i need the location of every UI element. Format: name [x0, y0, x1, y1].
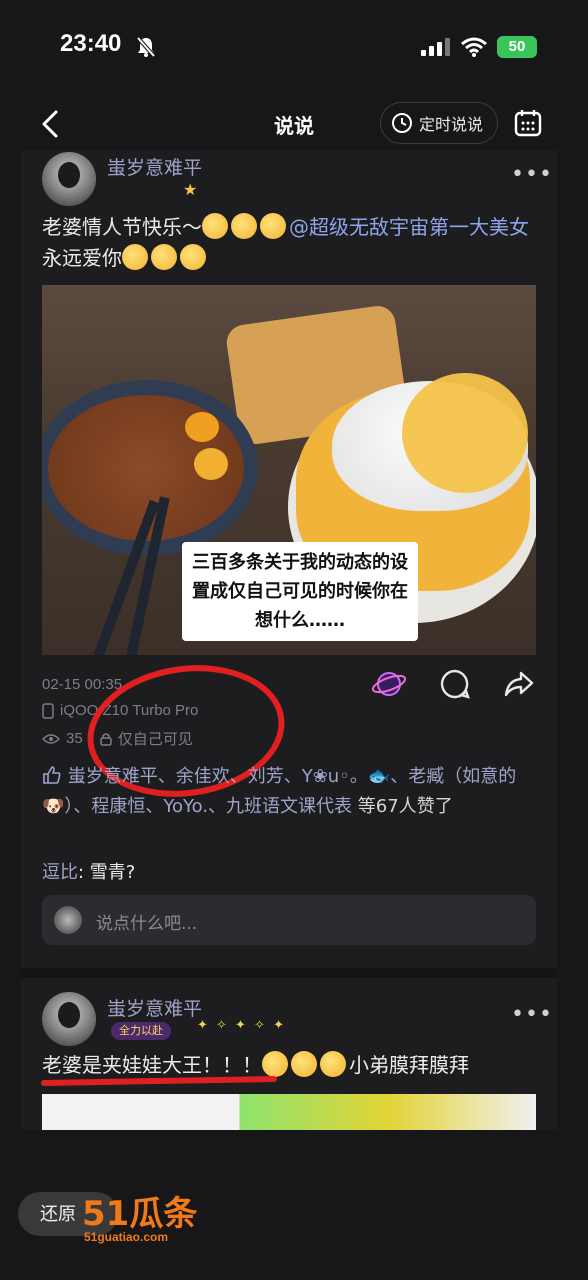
comment: 逗比: 雪青?: [42, 858, 135, 884]
more-icon[interactable]: •••: [511, 1002, 553, 1027]
post-text: 老婆是夹娃娃大王！！！ 小弟膜拜膜拜: [42, 1050, 536, 1081]
view-count: 35: [66, 730, 83, 747]
post-date: 02-15 00:35: [42, 676, 123, 693]
signal-icon: [421, 38, 450, 56]
emoji-icon: [291, 1051, 317, 1077]
bell-slash-icon: [136, 36, 156, 58]
post-username[interactable]: 蚩岁意难平: [107, 153, 202, 180]
emoji-icon: [260, 213, 286, 239]
comment-text: 雪青?: [89, 862, 136, 883]
thumbs-up-icon: [43, 766, 61, 784]
user-badge: 全力以赴: [111, 1022, 171, 1040]
comment-icon[interactable]: [439, 668, 471, 700]
restore-label: 还原: [40, 1204, 76, 1225]
post-text-main: 老婆是夹娃娃大王！！！: [42, 1053, 262, 1077]
status-time: 23:40: [60, 30, 122, 57]
likes-list: 蚩岁意难平、余佳欢、刘芳、Y❀u◦。🐟、老臧（如意的🐶）、程康恒、YoYo.、九…: [42, 762, 532, 822]
likes-count: 等67人赞了: [357, 796, 453, 817]
post-text-end: 小弟膜拜膜拜: [349, 1053, 469, 1077]
star-icon: ★: [183, 180, 198, 199]
post-image[interactable]: 三百多条关于我的动态的设置成仅自己可见的时候你在想什么……: [42, 285, 536, 655]
emoji-icon: [151, 244, 177, 270]
nav-bar: 说说 定时说说: [0, 96, 588, 152]
emoji-icon: [231, 213, 257, 239]
feed: 蚩岁意难平 ★ ••• 老婆情人节快乐～ @超级无敌宇宙第一大美女 永远爱你 三百…: [21, 150, 557, 1130]
avatar[interactable]: [42, 152, 96, 206]
comment-placeholder: 说点什么吧...: [96, 914, 198, 934]
post-text-main: 老婆情人节快乐～: [42, 215, 202, 239]
calendar-icon[interactable]: [513, 108, 543, 138]
post-image[interactable]: [42, 1094, 536, 1130]
status-bar: 23:40 50: [0, 0, 588, 96]
more-icon[interactable]: •••: [511, 162, 553, 187]
eye-icon: [42, 733, 60, 744]
photo-egg: [194, 448, 228, 480]
mention-link[interactable]: @超级无敌宇宙第一大美女: [289, 215, 529, 239]
emoji-icon: [262, 1051, 288, 1077]
watermark-logo: 51瓜条: [82, 1194, 198, 1234]
phone-icon: [42, 702, 54, 719]
planet-icon[interactable]: [371, 666, 407, 702]
timed-post-label: 定时说说: [419, 115, 484, 134]
emoji-icon: [320, 1051, 346, 1077]
emoji-icon: [180, 244, 206, 270]
post-text: 老婆情人节快乐～ @超级无敌宇宙第一大美女 永远爱你: [42, 212, 536, 274]
watermark: 还原 51瓜条 51guatiao.com: [18, 1186, 208, 1250]
battery-indicator: 50: [497, 36, 537, 58]
wifi-icon: [461, 37, 487, 57]
comment-author[interactable]: 逗比: [42, 862, 78, 883]
emoji-icon: [202, 213, 228, 239]
clock-icon: [392, 113, 412, 133]
photo-mango-sauce: [402, 373, 528, 493]
comment-colon: :: [78, 862, 90, 883]
share-icon[interactable]: [503, 668, 535, 700]
page-title: 说说: [274, 114, 314, 138]
comment-input[interactable]: 说点什么吧...: [42, 895, 536, 945]
post-text-end: 永远爱你: [42, 246, 122, 270]
timed-post-button[interactable]: 定时说说: [380, 102, 498, 144]
photo-egg: [185, 412, 219, 442]
avatar[interactable]: [42, 992, 96, 1046]
watermark-url: 51guatiao.com: [84, 1230, 169, 1244]
post-username[interactable]: 蚩岁意难平: [107, 994, 202, 1021]
image-caption: 三百多条关于我的动态的设置成仅自己可见的时候你在想什么……: [182, 542, 418, 641]
sparkle-icon: ✦ ✧ ✦ ✧ ✦: [197, 1018, 286, 1033]
post-divider: [21, 968, 557, 978]
emoji-icon: [122, 244, 148, 270]
avatar: [54, 906, 82, 934]
